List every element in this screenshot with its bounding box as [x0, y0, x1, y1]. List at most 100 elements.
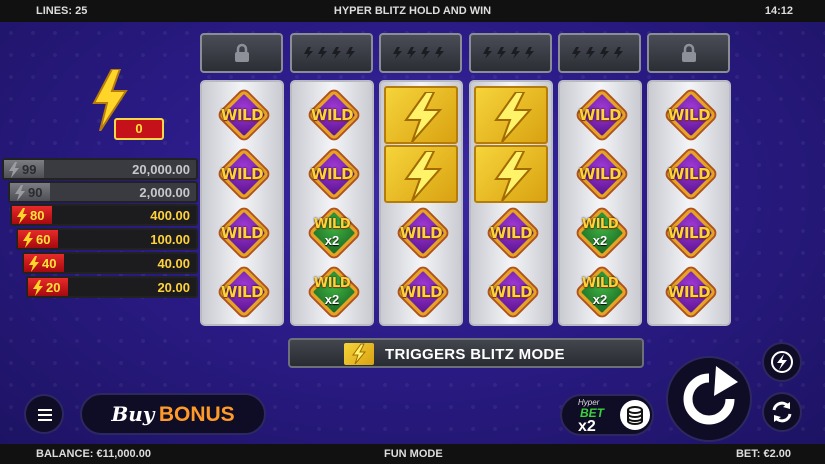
paytable-prize: 400.00 — [150, 207, 190, 223]
lightning-bolt-icon — [9, 162, 19, 178]
autoplay-icon — [772, 401, 792, 423]
paytable-count-value: 99 — [22, 161, 37, 177]
locked-row-cell — [200, 33, 283, 73]
bottom-bar: BALANCE: €11,000.00 FUN MODE BET: €2.00 — [0, 444, 825, 464]
blitz-bolt-symbol — [384, 145, 458, 203]
wild-symbol: WILD — [383, 263, 459, 321]
wild-gem: WILD — [571, 89, 629, 141]
multiplier-text: x2 — [324, 233, 340, 248]
wild-text: WILD — [313, 276, 351, 291]
paytable-prize: 20.00 — [157, 279, 190, 295]
lightning-bolt-icon — [23, 232, 33, 248]
lightning-bolt-icon — [15, 185, 25, 201]
lightning-bolt-icon — [571, 47, 623, 59]
buy-label: Buy — [111, 402, 155, 426]
wild-symbol: WILD — [651, 145, 727, 203]
paytable-row: 20 20.00 — [26, 276, 198, 298]
paytable-count-value: 90 — [28, 184, 43, 200]
wild-text: WILD — [220, 106, 264, 124]
wild-symbol: WILD — [651, 263, 727, 321]
turbo-icon — [771, 351, 793, 373]
lightning-bolt-icon — [494, 92, 533, 142]
wild-text: WILD — [578, 165, 622, 183]
paytable-row: 40 40.00 — [22, 252, 198, 274]
spin-button[interactable] — [666, 356, 752, 442]
paytable-row: 60 100.00 — [16, 228, 198, 250]
paytable-prize: 2,000.00 — [139, 184, 190, 200]
lightning-bolt-icon — [29, 256, 39, 272]
paytable-count-value: 60 — [36, 231, 51, 247]
wild-text: WILD — [489, 224, 533, 242]
trigger-text: TRIGGERS BLITZ MODE — [385, 346, 565, 363]
lightning-bolt-icon — [494, 151, 533, 201]
wild-symbol: WILD — [651, 86, 727, 144]
paytable-count-value: 80 — [30, 207, 45, 223]
lightning-bolt-icon — [344, 343, 374, 365]
lock-icon — [234, 43, 249, 62]
autoplay-button[interactable] — [762, 392, 802, 432]
wild-x2-symbol: WILD x2 — [562, 204, 638, 262]
lightning-bolt-icon — [33, 280, 43, 296]
reel-column: WILD WILD — [379, 80, 463, 326]
turbo-button[interactable] — [762, 342, 802, 382]
clock: 14:12 — [764, 5, 793, 17]
wild-symbol: WILD — [383, 204, 459, 262]
wild-gem: WILD — [660, 266, 718, 318]
wild-gem: WILD — [392, 266, 450, 318]
wild-symbol: WILD — [562, 86, 638, 144]
top-bar: LINES: 25 HYPER BLITZ HOLD AND WIN 14:12 — [0, 0, 825, 22]
wild-text: WILD — [667, 224, 711, 242]
wild-text: WILD — [581, 276, 619, 291]
wild-gem: WILD — [213, 207, 271, 259]
wild-symbol: WILD — [294, 86, 370, 144]
wild-text: WILD — [310, 106, 354, 124]
multiplier-text: x2 — [324, 292, 340, 307]
reel-column: WILD WILD WILD x2 WILD x2 — [290, 80, 374, 326]
paytable-count: 40 — [24, 254, 65, 272]
coin-stack-icon[interactable] — [620, 400, 650, 430]
lightning-bolt-icon — [404, 92, 443, 142]
blitz-bolt-symbol — [384, 86, 458, 144]
wild-gem: WILD — [213, 266, 271, 318]
wild-symbol: WILD — [473, 263, 549, 321]
multiplier-text: x2 — [592, 292, 608, 307]
wild-symbol: WILD — [294, 145, 370, 203]
wild-text: WILD — [667, 283, 711, 301]
wild-gem: WILD — [660, 89, 718, 141]
lock-icon — [681, 43, 696, 62]
wild-text: WILD — [220, 224, 264, 242]
multiplier-text: x2 — [592, 233, 608, 248]
wild-symbol: WILD — [204, 263, 280, 321]
wild-x2-symbol: WILD x2 — [294, 204, 370, 262]
wild-gem: WILD x2 — [303, 207, 361, 259]
reel-column: WILD WILD — [469, 80, 553, 326]
wild-gem: WILD x2 — [571, 207, 629, 259]
reel-column: WILD WILD WILD WILD — [647, 80, 731, 326]
wild-x2-symbol: WILD x2 — [294, 263, 370, 321]
paytable-prize: 20,000.00 — [132, 161, 190, 177]
bonus-label: BONUS — [158, 403, 235, 426]
wild-x2-symbol: WILD x2 — [562, 263, 638, 321]
menu-button[interactable] — [24, 394, 64, 434]
hyper-bet-button[interactable]: Hyper BET x2 — [560, 394, 654, 436]
paytable-row: 80 400.00 — [10, 204, 198, 226]
wild-gem: WILD — [213, 148, 271, 200]
lightning-bolt-icon — [404, 151, 443, 201]
reel-column: WILD WILD WILD WILD — [200, 80, 284, 326]
lock-row — [200, 33, 734, 73]
wild-gem: WILD — [482, 266, 540, 318]
wild-gem: WILD — [660, 207, 718, 259]
bet-amount-label: BET: €2.00 — [735, 448, 791, 460]
wild-text: WILD — [310, 165, 354, 183]
paytable-count: 80 — [12, 206, 53, 224]
buy-bonus-button[interactable]: Buy BONUS — [80, 393, 266, 435]
spin-icon — [683, 366, 738, 425]
wild-gem: WILD x2 — [571, 266, 629, 318]
balance-label: BALANCE: €11,000.00 — [36, 448, 151, 460]
wild-symbol: WILD — [562, 145, 638, 203]
wild-gem: WILD — [392, 207, 450, 259]
lightning-bolt-icon — [482, 47, 534, 59]
wild-text: WILD — [489, 283, 533, 301]
paytable-row: 99 20,000.00 — [2, 158, 198, 180]
wild-text: WILD — [313, 217, 351, 232]
